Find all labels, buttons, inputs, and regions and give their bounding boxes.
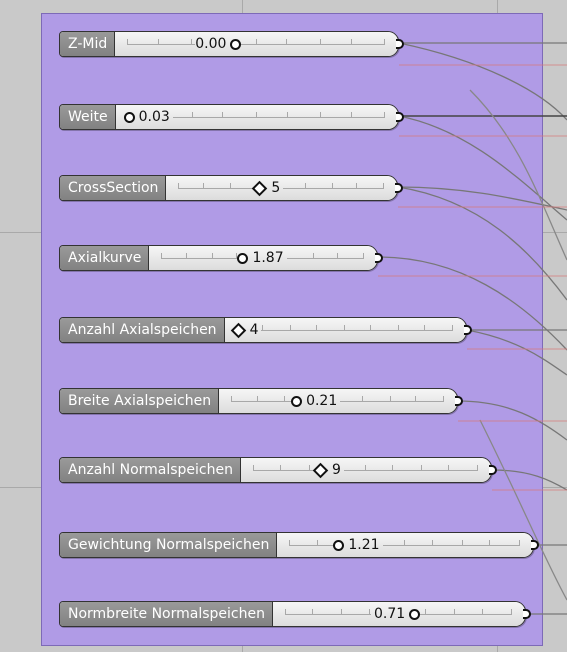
slider-gewichtung-normalspeichen[interactable]: Gewichtung Normalspeichen 1.21	[59, 532, 539, 558]
slider-knob[interactable]: 4	[230, 318, 262, 342]
slider-knob[interactable]: 0.00	[195, 32, 242, 56]
slider-track[interactable]: 5	[166, 176, 397, 200]
slider-value: 4	[249, 322, 259, 338]
slider-knob[interactable]: 9	[312, 458, 344, 482]
slider-value: 9	[332, 462, 341, 478]
slider-value: 1.21	[348, 537, 380, 553]
slider-track[interactable]: 4	[224, 318, 466, 342]
slider-knob[interactable]: 5	[252, 176, 284, 200]
slider-label: Normbreite Normalspeichen	[60, 602, 273, 626]
slider-value: 0.00	[195, 36, 227, 52]
slider-value: 0.21	[306, 393, 338, 409]
slider-label: Weite	[60, 105, 116, 129]
slider-weite[interactable]: Weite 0.03	[59, 104, 404, 130]
slider-track[interactable]: 0.21	[219, 389, 457, 413]
slider-normbreite-normalspeichen[interactable]: Normbreite Normalspeichen 0.71	[59, 601, 531, 627]
slider-knob[interactable]: 1.87	[237, 246, 287, 270]
slider-knob[interactable]: 0.03	[123, 105, 173, 129]
diamond-knob-icon	[312, 462, 329, 478]
wire-anzahl-axial-b	[466, 329, 567, 376]
slider-label: Breite Axialspeichen	[60, 389, 220, 413]
wire-breite-axial	[457, 400, 567, 441]
slider-knob[interactable]: 0.71	[370, 602, 421, 626]
slider-label: Gewichtung Normalspeichen	[60, 533, 278, 557]
slider-anzahl-normalspeichen[interactable]: Anzahl Normalspeichen 9	[59, 457, 497, 483]
slider-label: Axialkurve	[60, 246, 150, 270]
slider-axialkurve[interactable]: Axialkurve 1.87	[59, 245, 383, 271]
slider-track[interactable]: 0.03	[115, 105, 398, 129]
slider-value: 0.71	[373, 606, 406, 622]
wire-extra-2	[479, 419, 567, 601]
slider-anzahl-axialspeichen[interactable]: Anzahl Axialspeichen 4	[59, 317, 472, 343]
circle-knob-icon	[409, 608, 421, 620]
circle-knob-icon	[230, 38, 242, 50]
slider-value: 1.87	[252, 250, 284, 266]
wire-anzahl-normal	[491, 469, 567, 491]
slider-label: Anzahl Normalspeichen	[60, 458, 241, 482]
slider-value: 5	[271, 180, 281, 196]
slider-knob[interactable]: 0.21	[291, 389, 341, 413]
diamond-knob-icon	[230, 322, 246, 338]
track-ticks	[253, 465, 478, 471]
slider-track[interactable]: 0.71	[272, 602, 525, 626]
circle-knob-icon	[333, 539, 345, 551]
slider-track[interactable]: 0.00	[115, 32, 398, 56]
slider-value: 0.03	[138, 109, 170, 125]
circle-knob-icon	[291, 395, 303, 407]
circle-knob-icon	[123, 111, 135, 123]
slider-track[interactable]: 9	[241, 458, 491, 482]
slider-track[interactable]: 1.87	[149, 246, 377, 270]
diamond-knob-icon	[252, 180, 268, 196]
slider-crosssection[interactable]: CrossSection 5	[59, 175, 403, 201]
wire-z-mid-b	[398, 42, 567, 121]
slider-z-mid[interactable]: Z-Mid 0.00	[59, 31, 404, 57]
slider-label: Z-Mid	[60, 32, 116, 56]
slider-label: CrossSection	[60, 176, 167, 200]
slider-label: Anzahl Axialspeichen	[60, 318, 225, 342]
circle-knob-icon	[237, 252, 249, 264]
slider-knob[interactable]: 1.21	[333, 533, 383, 557]
slider-track[interactable]: 1.21	[277, 533, 533, 557]
track-ticks	[289, 540, 520, 546]
track-ticks	[236, 325, 453, 331]
slider-breite-axialspeichen[interactable]: Breite Axialspeichen 0.21	[59, 388, 463, 414]
track-ticks	[127, 39, 385, 45]
